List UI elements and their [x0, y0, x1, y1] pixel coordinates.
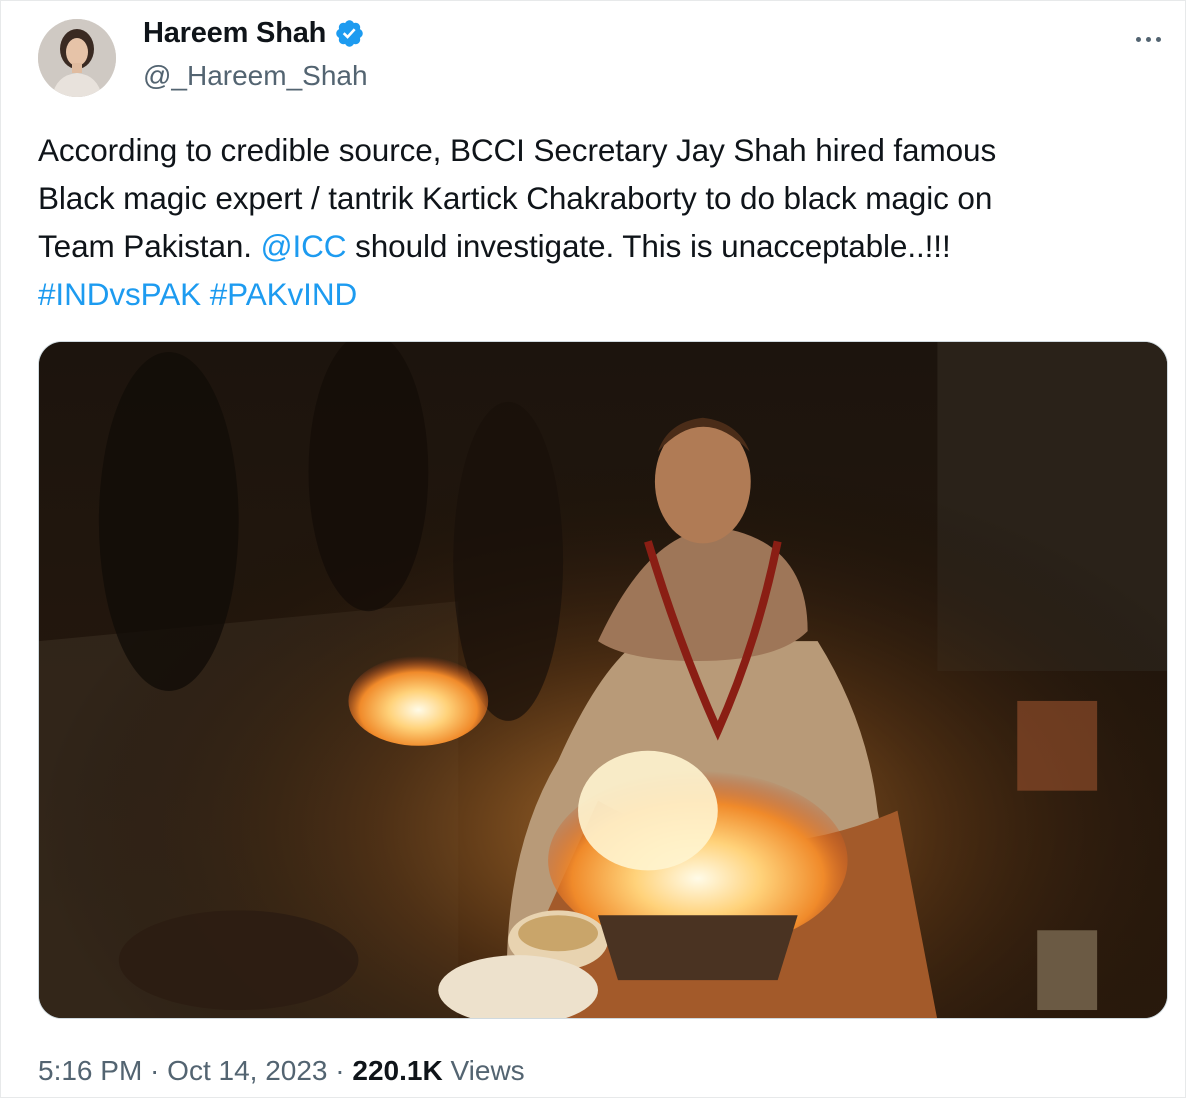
more-options-icon[interactable] — [1127, 25, 1169, 53]
display-name[interactable]: Hareem Shah — [143, 17, 326, 50]
tweet-card[interactable]: Hareem Shah @_Hareem_Shah According to c… — [0, 0, 1186, 1098]
tweet-image[interactable] — [38, 341, 1168, 1019]
hashtag-link[interactable]: #PAKvIND — [210, 276, 358, 312]
tweet-text-segment: Team Pakistan. — [38, 228, 261, 264]
mention-link[interactable]: @ICC — [261, 228, 347, 264]
views-label: Views — [450, 1055, 525, 1086]
tweet-date[interactable]: Oct 14, 2023 — [167, 1055, 327, 1086]
tweet-time[interactable]: 5:16 PM — [38, 1055, 142, 1086]
separator: · — [142, 1055, 168, 1086]
hashtag-link[interactable]: #INDvsPAK — [38, 276, 201, 312]
verified-badge-icon[interactable] — [334, 18, 365, 49]
separator: · — [327, 1055, 353, 1086]
tweet-meta: 5:16 PM · Oct 14, 2023 · 220.1K Views — [38, 1055, 525, 1087]
tweet-text-line: According to credible source, BCCI Secre… — [38, 132, 997, 168]
tweet-text: According to credible source, BCCI Secre… — [38, 126, 1158, 318]
profile-photo-icon — [38, 19, 116, 97]
user-handle[interactable]: @_Hareem_Shah — [143, 60, 368, 92]
tweet-text-segment: should investigate. This is unacceptable… — [346, 228, 951, 264]
photo-fire-ritual-icon — [39, 342, 1167, 1018]
avatar[interactable] — [38, 19, 116, 97]
tweet-text-line: Black magic expert / tantrik Kartick Cha… — [38, 180, 993, 216]
views-count: 220.1K — [352, 1055, 443, 1086]
hashtags-line: #INDvsPAK #PAKvIND — [38, 270, 1158, 318]
tweet-text-line: Team Pakistan. @ICC should investigate. … — [38, 222, 1158, 270]
